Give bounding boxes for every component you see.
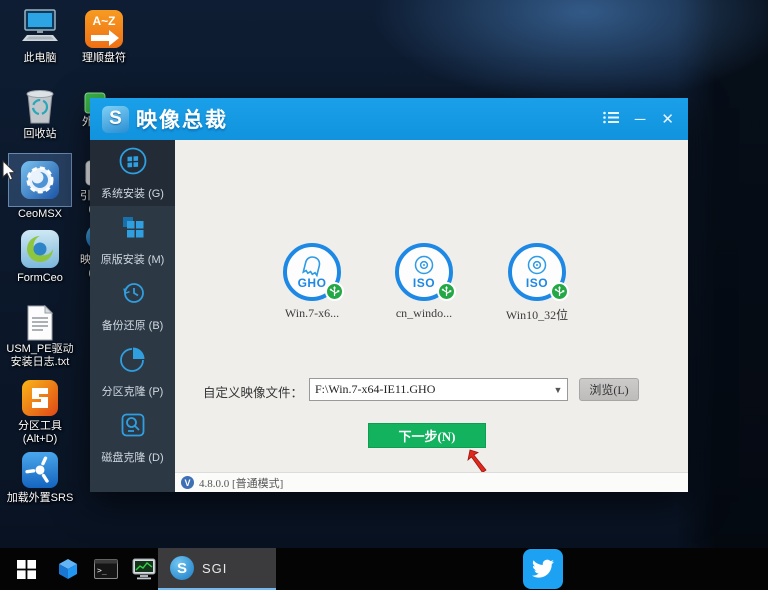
- svg-text:>_: >_: [97, 566, 107, 575]
- red-arrow-pointer: [467, 449, 487, 474]
- sidebar-item-label: 备份还原 (B): [101, 319, 164, 332]
- custom-image-label: 自定义映像文件：: [203, 386, 304, 400]
- window-statusbar: V 4.8.0.0 [普通模式]: [175, 472, 688, 492]
- window-title: 映像总裁: [136, 109, 228, 132]
- next-step-button[interactable]: 下一步(N): [368, 423, 486, 448]
- iso-image-icon: ISO: [395, 243, 456, 301]
- app-logo-icon: S: [102, 105, 129, 133]
- version-badge-icon: V: [181, 476, 194, 489]
- desktop: 此电脑 回收站 CeoMSX FormCeo USM_PE驱动 安装日志.txt…: [0, 0, 768, 590]
- usb-badge-icon: [325, 282, 344, 301]
- taskbar: >_ S SGI w: [0, 548, 768, 590]
- desktop-icon-label-line2: 安装日志.txt: [10, 356, 70, 368]
- desktop-icon-load-srs[interactable]: 加载外置SRS: [4, 450, 76, 505]
- text-file-icon: [4, 305, 76, 341]
- image-item-label: Win10_32位: [505, 308, 569, 322]
- monitor-app-icon: [132, 558, 156, 580]
- sidebar: 系统安装 (G) 原版安装 (M) 备份还原 (B) 分区克隆 (P) 磁盘克隆…: [90, 140, 175, 492]
- sgi-window: S 映像总裁 ─ ✕ 系统安装 (G) 原版安装 (M) 备份还原 (B) 分区…: [90, 98, 688, 492]
- iso-image-icon: ISO: [508, 243, 569, 301]
- cube-app-icon: [59, 559, 77, 579]
- desktop-icon-label-line1: 分区工具: [18, 420, 62, 432]
- sgi-task-label: SGI: [202, 560, 228, 576]
- custom-image-row: 自定义映像文件： F:\Win.7-x64-IE11.GHO ▼ 浏览(L): [175, 378, 688, 402]
- twitter-bird-icon: [532, 559, 554, 578]
- close-icon[interactable]: ✕: [661, 112, 674, 127]
- chevron-down-icon[interactable]: ▼: [549, 385, 567, 395]
- taskbar-app-cmd[interactable]: >_: [88, 548, 124, 590]
- desktop-icon-this-pc[interactable]: 此电脑: [4, 8, 76, 65]
- desktop-icon-usm-log[interactable]: USM_PE驱动 安装日志.txt: [4, 305, 76, 369]
- image-path-combobox[interactable]: F:\Win.7-x64-IE11.GHO ▼: [309, 378, 568, 401]
- sidebar-item-label: 磁盘克隆 (D): [101, 451, 164, 464]
- window-content: GHO Win.7-x6... ISO cn_windo... ISO Win1…: [175, 140, 688, 474]
- backup-restore-icon: [118, 278, 148, 313]
- gho-image-icon: GHO: [283, 243, 344, 301]
- desktop-icon-order-drives[interactable]: A~Z 理顺盘符: [68, 8, 140, 65]
- desktop-icon-label: 理顺盘符: [82, 52, 126, 64]
- browse-button[interactable]: 浏览(L): [579, 378, 639, 401]
- image-format-label: GHO: [297, 276, 327, 290]
- image-format-label: ISO: [412, 276, 436, 290]
- svg-text:A~Z: A~Z: [92, 14, 115, 28]
- image-item-label: Win.7-x6...: [284, 306, 340, 320]
- disk-clone-icon: [118, 410, 148, 445]
- taskbar-app-monitor[interactable]: [126, 548, 162, 590]
- sidebar-item-label: 系统安装 (G): [101, 187, 164, 200]
- sidebar-item-backup-restore[interactable]: 备份还原 (B): [90, 272, 175, 338]
- sidebar-item-label: 原版安装 (M): [100, 253, 165, 266]
- desktop-icon-label: 回收站: [23, 128, 57, 140]
- start-button[interactable]: [8, 548, 44, 590]
- command-prompt-icon: >_: [94, 559, 118, 579]
- windows-start-icon: [16, 559, 36, 579]
- sidebar-item-disk-clone[interactable]: 磁盘克隆 (D): [90, 404, 175, 470]
- image-item-label: cn_windo...: [395, 306, 453, 320]
- mouse-cursor: [2, 160, 17, 181]
- sidebar-item-system-install[interactable]: 系统安装 (G): [90, 140, 175, 206]
- image-path-value: F:\Win.7-x64-IE11.GHO: [315, 382, 436, 396]
- original-install-icon: [118, 212, 148, 247]
- srs-icon: [4, 450, 76, 490]
- usb-badge-icon: [437, 282, 456, 301]
- taskbar-twitter[interactable]: [523, 549, 563, 589]
- desktop-icon-label-line2: (Alt+D): [22, 433, 58, 445]
- diskgenius-icon: [4, 378, 76, 418]
- computer-icon: [4, 8, 76, 50]
- minimize-icon[interactable]: ─: [635, 112, 646, 127]
- image-item-iso-2[interactable]: ISO Win10_32位: [491, 243, 583, 323]
- desktop-icon-label: 加载外置SRS: [6, 492, 74, 504]
- image-format-label: ISO: [525, 276, 549, 290]
- desktop-icon-label: 此电脑: [23, 52, 57, 64]
- sidebar-item-partition-clone[interactable]: 分区克隆 (P): [90, 338, 175, 404]
- version-text: 4.8.0.0 [普通模式]: [199, 477, 284, 490]
- image-item-iso-1[interactable]: ISO cn_windo...: [378, 243, 470, 321]
- menu-icon[interactable]: [602, 111, 619, 127]
- partition-clone-icon: [118, 344, 148, 379]
- sgi-taskbar-icon: S: [170, 556, 194, 580]
- usb-badge-icon: [550, 282, 569, 301]
- taskbar-app-cube[interactable]: [50, 548, 86, 590]
- sidebar-item-original-install[interactable]: 原版安装 (M): [90, 206, 175, 272]
- window-titlebar: S 映像总裁 ─ ✕: [90, 98, 688, 140]
- desktop-icon-label-line1: USM_PE驱动: [6, 343, 74, 355]
- system-install-icon: [118, 146, 148, 181]
- image-item-gho[interactable]: GHO Win.7-x6...: [266, 243, 358, 321]
- az-sort-icon: A~Z: [68, 8, 140, 50]
- sidebar-item-label: 分区克隆 (P): [101, 385, 164, 398]
- desktop-icon-partition-tool[interactable]: 分区工具 (Alt+D): [4, 378, 76, 446]
- taskbar-task-sgi[interactable]: S SGI: [158, 548, 276, 590]
